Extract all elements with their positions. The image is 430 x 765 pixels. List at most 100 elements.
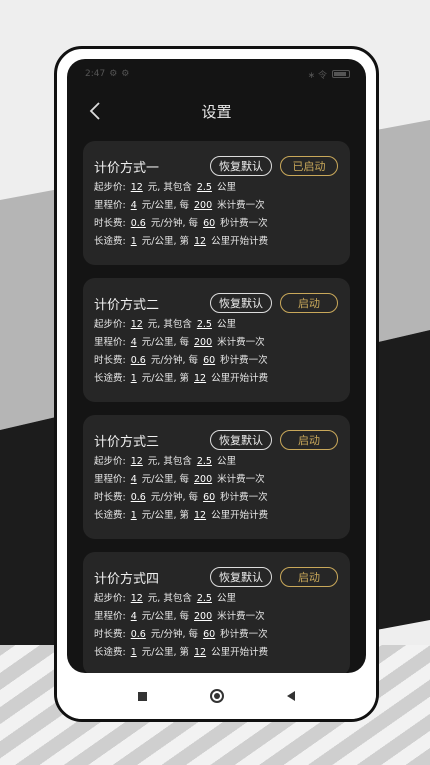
- activate-button[interactable]: 启动: [280, 293, 338, 313]
- row-label: 起步价:: [94, 182, 126, 193]
- included-km-value[interactable]: 2.5: [195, 179, 214, 197]
- row-label: 起步价:: [94, 456, 126, 467]
- app-screen: 2:47 ⚙ ⚙ ∗ 令 设置 计价方式一 恢复默认 已启动 起步价: 12 元…: [67, 59, 366, 673]
- reset-default-button[interactable]: 恢复默认: [210, 430, 272, 450]
- included-km-value[interactable]: 2.5: [195, 590, 214, 608]
- reset-default-button[interactable]: 恢复默认: [210, 567, 272, 587]
- duration-price-value[interactable]: 0.6: [129, 626, 148, 644]
- nav-back-icon[interactable]: [286, 691, 295, 701]
- row-label: 里程价:: [94, 611, 126, 622]
- row-text: 元, 其包含: [147, 456, 192, 467]
- duration-fee-row: 时长费: 0.6 元/分钟, 每 60 秒计费一次: [94, 626, 338, 644]
- long-distance-start-km-value[interactable]: 12: [192, 507, 208, 525]
- row-label: 里程价:: [94, 337, 126, 348]
- meters-interval-value[interactable]: 200: [192, 334, 214, 352]
- long-distance-start-km-value[interactable]: 12: [192, 233, 208, 251]
- pricing-plan-card: 计价方式一 恢复默认 已启动 起步价: 12 元, 其包含 2.5 公里 里程价…: [83, 141, 350, 265]
- row-text: 元/公里, 第: [141, 647, 189, 658]
- included-km-value[interactable]: 2.5: [195, 316, 214, 334]
- pricing-plan-card: 计价方式四 恢复默认 启动 起步价: 12 元, 其包含 2.5 公里 里程价:…: [83, 552, 350, 673]
- pricing-plan-list: 计价方式一 恢复默认 已启动 起步价: 12 元, 其包含 2.5 公里 里程价…: [83, 141, 350, 673]
- long-distance-price-value[interactable]: 1: [129, 644, 139, 662]
- row-text: 公里: [216, 182, 236, 193]
- mileage-price-value[interactable]: 4: [129, 471, 139, 489]
- row-text: 元/公里, 每: [141, 200, 189, 211]
- long-distance-price-value[interactable]: 1: [129, 507, 139, 525]
- seconds-interval-value[interactable]: 60: [201, 215, 217, 233]
- start-price-value[interactable]: 12: [129, 453, 145, 471]
- reset-default-button[interactable]: 恢复默认: [210, 293, 272, 313]
- phone-frame: 2:47 ⚙ ⚙ ∗ 令 设置 计价方式一 恢复默认 已启动 起步价: 12 元…: [54, 46, 379, 722]
- duration-fee-row: 时长费: 0.6 元/分钟, 每 60 秒计费一次: [94, 352, 338, 370]
- row-label: 起步价:: [94, 593, 126, 604]
- long-distance-start-km-value[interactable]: 12: [192, 644, 208, 662]
- start-price-value[interactable]: 12: [129, 316, 145, 334]
- row-label: 长途费:: [94, 373, 126, 384]
- mileage-price-row: 里程价: 4 元/公里, 每 200 米计费一次: [94, 608, 338, 626]
- meters-interval-value[interactable]: 200: [192, 197, 214, 215]
- recent-apps-icon[interactable]: [138, 691, 148, 701]
- mileage-price-value[interactable]: 4: [129, 334, 139, 352]
- row-label: 起步价:: [94, 319, 126, 330]
- page-title: 设置: [201, 102, 232, 121]
- activate-button[interactable]: 启动: [280, 567, 338, 587]
- row-label: 时长费:: [94, 492, 126, 503]
- card-header: 计价方式二 恢复默认 启动: [94, 290, 338, 316]
- back-icon[interactable]: [83, 99, 107, 123]
- mileage-price-value[interactable]: 4: [129, 197, 139, 215]
- start-price-value[interactable]: 12: [129, 179, 145, 197]
- row-label: 时长费:: [94, 355, 126, 366]
- start-price-row: 起步价: 12 元, 其包含 2.5 公里: [94, 590, 338, 608]
- row-text: 公里开始计费: [211, 647, 269, 658]
- start-price-row: 起步价: 12 元, 其包含 2.5 公里: [94, 316, 338, 334]
- row-text: 元/公里, 第: [141, 236, 189, 247]
- activate-button[interactable]: 启动: [280, 430, 338, 450]
- row-text: 公里: [216, 593, 236, 604]
- start-price-row: 起步价: 12 元, 其包含 2.5 公里: [94, 179, 338, 197]
- row-text: 元, 其包含: [147, 319, 192, 330]
- row-label: 长途费:: [94, 647, 126, 658]
- row-label: 里程价:: [94, 474, 126, 485]
- duration-price-value[interactable]: 0.6: [129, 352, 148, 370]
- plan-title: 计价方式一: [94, 160, 160, 176]
- duration-price-value[interactable]: 0.6: [129, 489, 148, 507]
- mileage-price-row: 里程价: 4 元/公里, 每 200 米计费一次: [94, 471, 338, 489]
- long-distance-fee-row: 长途费: 1 元/公里, 第 12 公里开始计费: [94, 507, 338, 525]
- row-text: 公里开始计费: [211, 373, 269, 384]
- included-km-value[interactable]: 2.5: [195, 453, 214, 471]
- pricing-plan-card: 计价方式三 恢复默认 启动 起步价: 12 元, 其包含 2.5 公里 里程价:…: [83, 415, 350, 539]
- start-price-value[interactable]: 12: [129, 590, 145, 608]
- row-text: 元, 其包含: [147, 182, 192, 193]
- battery-icon: [332, 70, 350, 78]
- row-text: 公里开始计费: [211, 236, 269, 247]
- plan-title: 计价方式二: [94, 297, 160, 313]
- mileage-price-value[interactable]: 4: [129, 608, 139, 626]
- row-text: 米计费一次: [217, 337, 265, 348]
- long-distance-start-km-value[interactable]: 12: [192, 370, 208, 388]
- mileage-price-row: 里程价: 4 元/公里, 每 200 米计费一次: [94, 334, 338, 352]
- seconds-interval-value[interactable]: 60: [201, 626, 217, 644]
- home-icon[interactable]: [209, 689, 224, 703]
- app-header: 设置: [67, 91, 366, 131]
- row-label: 时长费:: [94, 218, 126, 229]
- system-nav-bar: [57, 673, 376, 719]
- meters-interval-value[interactable]: 200: [192, 471, 214, 489]
- row-text: 元/公里, 第: [141, 510, 189, 521]
- duration-price-value[interactable]: 0.6: [129, 215, 148, 233]
- row-text: 秒计费一次: [220, 355, 268, 366]
- duration-fee-row: 时长费: 0.6 元/分钟, 每 60 秒计费一次: [94, 489, 338, 507]
- row-text: 元/分钟, 每: [150, 629, 199, 640]
- reset-default-button[interactable]: 恢复默认: [210, 156, 272, 176]
- row-label: 里程价:: [94, 200, 126, 211]
- row-text: 元, 其包含: [147, 593, 192, 604]
- long-distance-fee-row: 长途费: 1 元/公里, 第 12 公里开始计费: [94, 370, 338, 388]
- meters-interval-value[interactable]: 200: [192, 608, 214, 626]
- long-distance-price-value[interactable]: 1: [129, 370, 139, 388]
- row-text: 秒计费一次: [220, 492, 268, 503]
- gear-icon: ⚙: [109, 69, 118, 79]
- long-distance-price-value[interactable]: 1: [129, 233, 139, 251]
- activate-button[interactable]: 已启动: [280, 156, 338, 176]
- status-bar: 2:47 ⚙ ⚙ ∗ 令: [67, 59, 366, 89]
- seconds-interval-value[interactable]: 60: [201, 352, 217, 370]
- seconds-interval-value[interactable]: 60: [201, 489, 217, 507]
